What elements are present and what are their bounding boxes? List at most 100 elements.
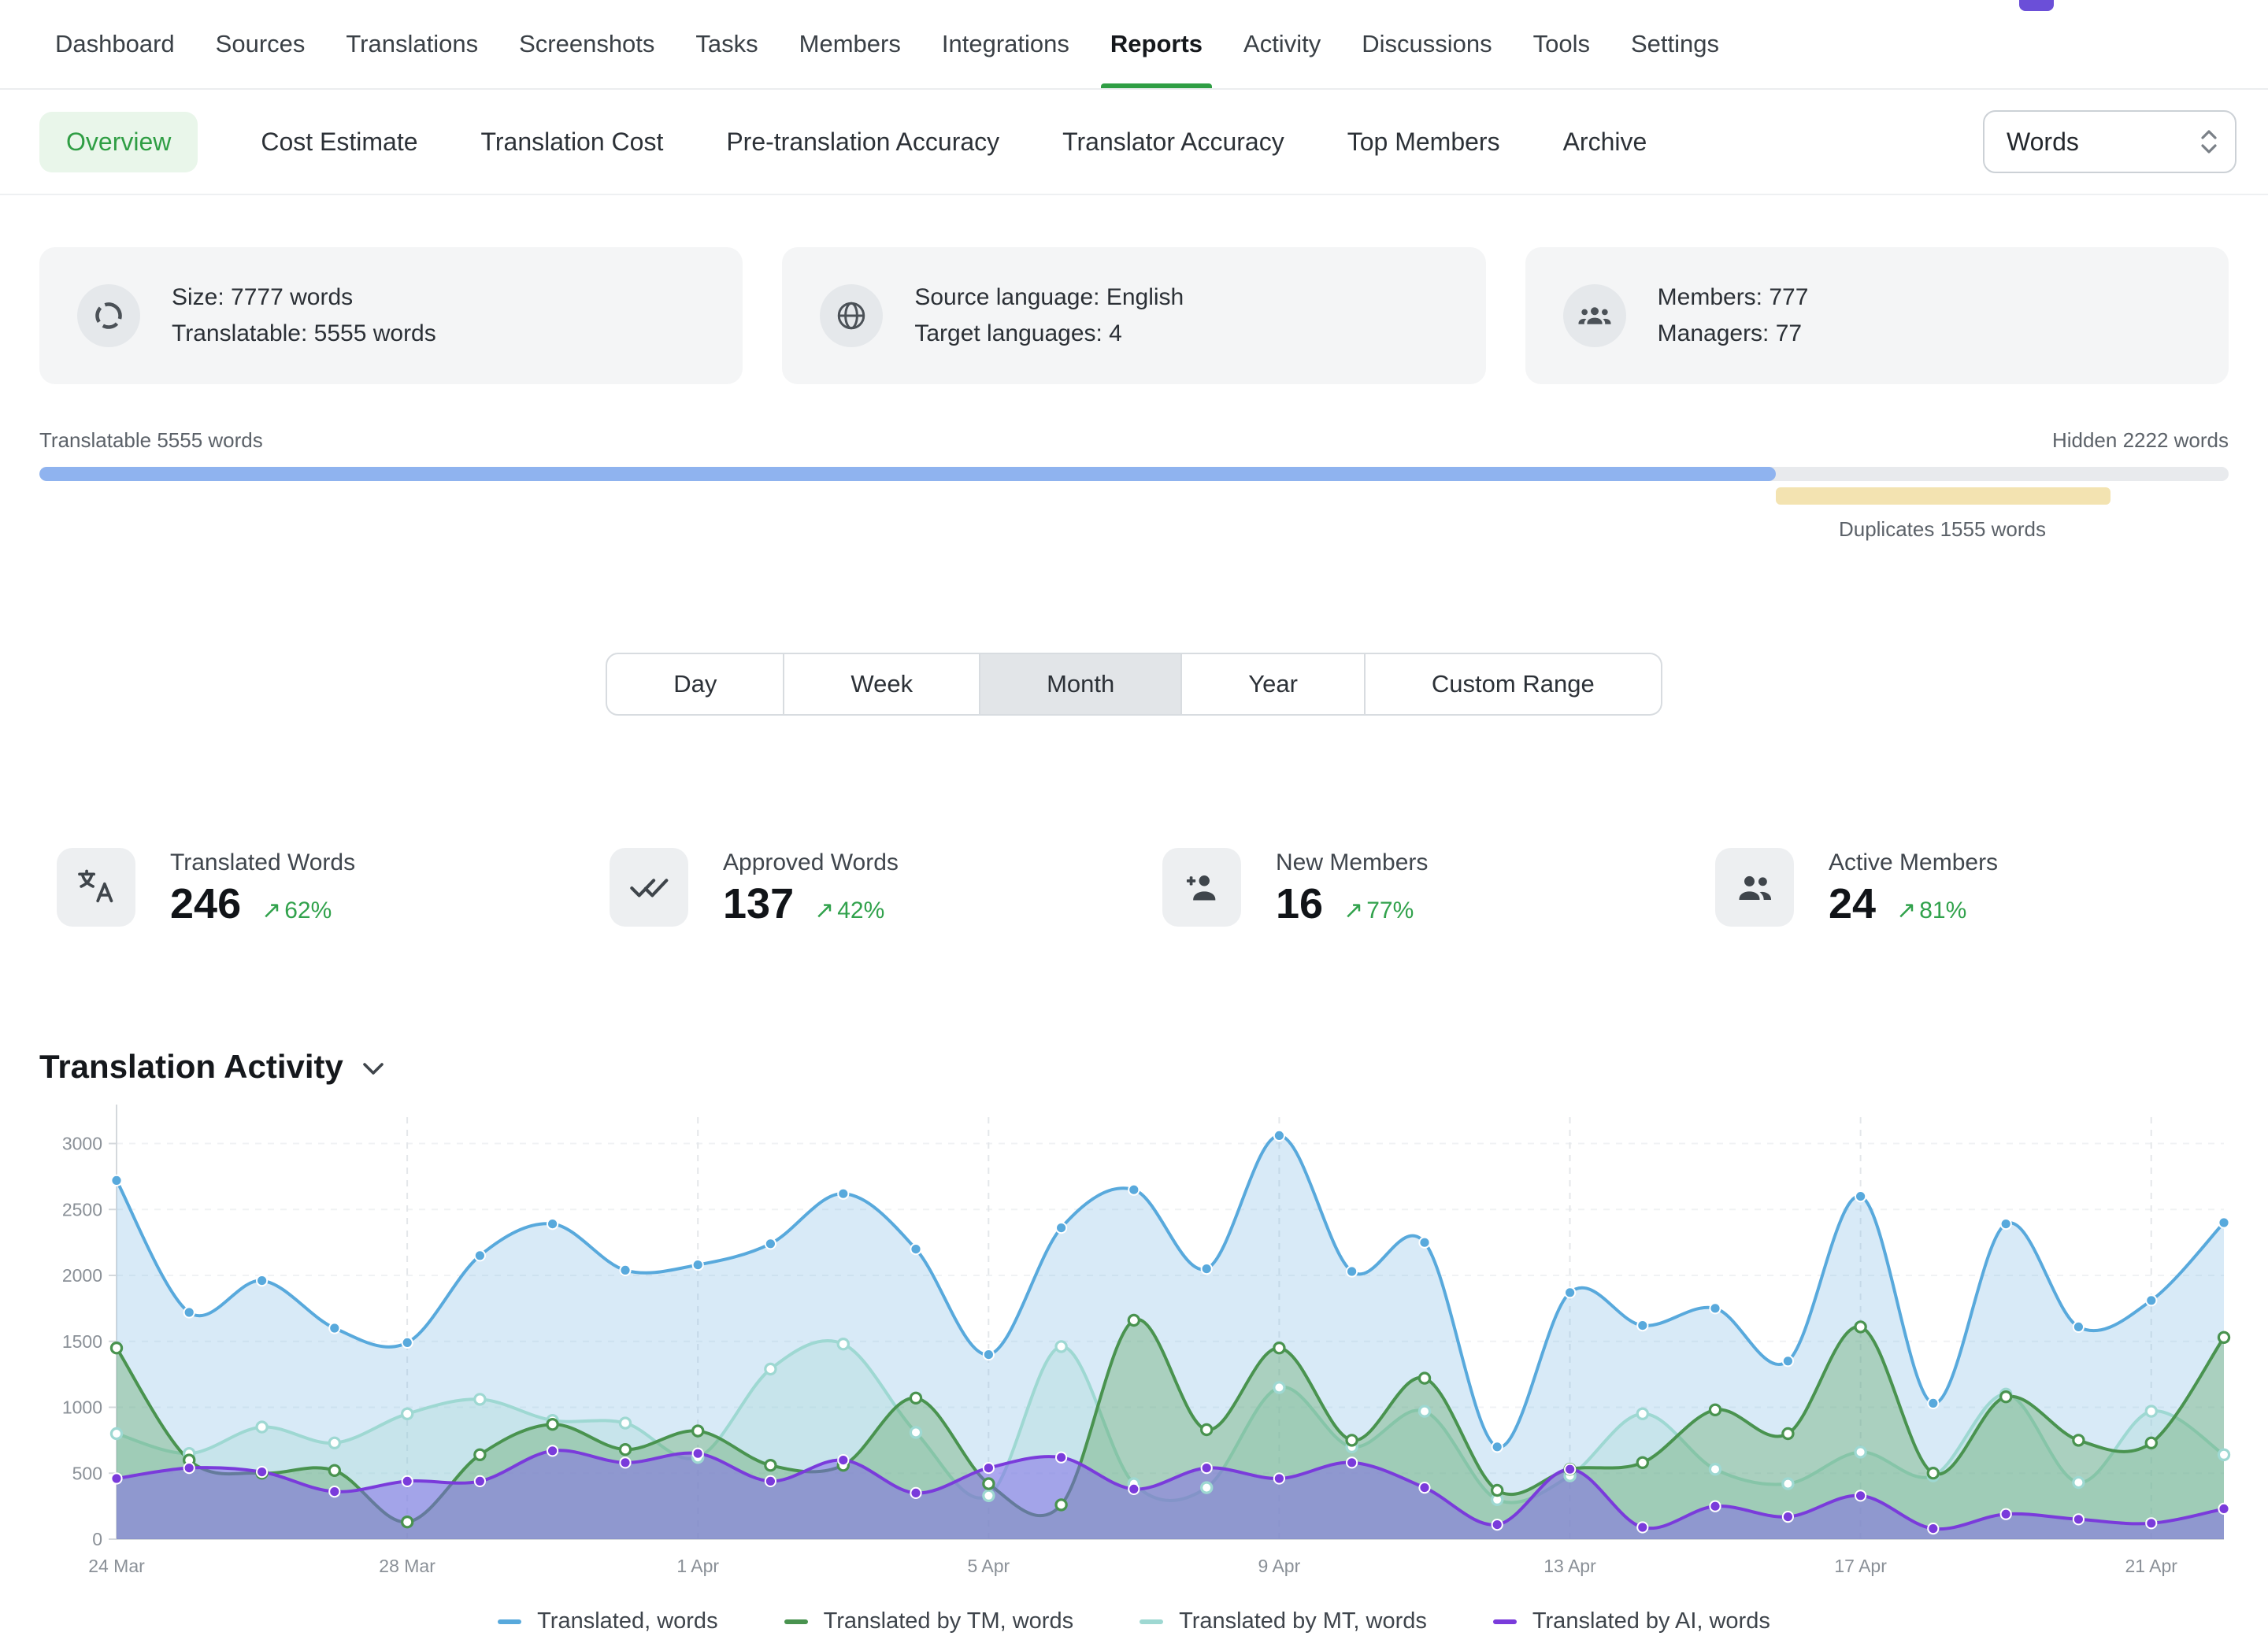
reports-page: Dashboard Sources Translations Screensho… <box>0 0 2268 1647</box>
members-icon <box>1563 284 1626 347</box>
report-tabs: Overview Cost Estimate Translation Cost … <box>0 90 2268 195</box>
translatable-label: Translatable 5555 words <box>39 428 263 453</box>
legend-dash-icon <box>784 1619 808 1624</box>
svg-text:5 Apr: 5 Apr <box>967 1556 1010 1576</box>
partial-element-fragment <box>2019 0 2054 11</box>
trend-up-icon: ↗ <box>1343 897 1363 924</box>
nav-tasks[interactable]: Tasks <box>695 0 758 88</box>
translate-icon <box>57 848 135 927</box>
stat-label: Translated Words <box>170 849 355 876</box>
legend-label: Translated by AI, words <box>1532 1608 1770 1634</box>
legend-translated[interactable]: Translated, words <box>498 1608 717 1634</box>
svg-text:21 Apr: 21 Apr <box>2125 1556 2177 1576</box>
svg-text:24 Mar: 24 Mar <box>88 1556 145 1576</box>
translation-activity-chart[interactable]: 24 Mar28 Mar1 Apr5 Apr9 Apr13 Apr17 Apr2… <box>25 1098 2243 1590</box>
translation-activity-chart-wrap: 24 Mar28 Mar1 Apr5 Apr9 Apr13 Apr17 Apr2… <box>25 1098 2268 1596</box>
chevron-up-down-icon <box>2199 126 2219 157</box>
legend-label: Translated, words <box>537 1608 717 1634</box>
tab-top-members[interactable]: Top Members <box>1347 128 1500 157</box>
stat-new-members: New Members 16 ↗77% <box>1162 848 1715 928</box>
nav-translations[interactable]: Translations <box>346 0 478 88</box>
nav-reports[interactable]: Reports <box>1110 0 1203 88</box>
nav-screenshots[interactable]: Screenshots <box>519 0 654 88</box>
svg-text:2500: 2500 <box>62 1199 102 1220</box>
members-card: Members: 777 Managers: 77 <box>1525 247 2229 384</box>
svg-text:1500: 1500 <box>62 1331 102 1352</box>
range-day-button[interactable]: Day <box>606 653 784 716</box>
svg-text:500: 500 <box>72 1463 102 1483</box>
date-range-switcher: Day Week Month Year Custom Range <box>0 653 2268 716</box>
activity-header: Translation Activity <box>39 1048 2268 1086</box>
top-nav: Dashboard Sources Translations Screensho… <box>0 0 2268 90</box>
nav-integrations[interactable]: Integrations <box>942 0 1069 88</box>
stat-change: 42% <box>837 898 884 924</box>
svg-text:1000: 1000 <box>62 1397 102 1418</box>
tab-translation-cost[interactable]: Translation Cost <box>481 128 664 157</box>
range-custom-button[interactable]: Custom Range <box>1366 653 1662 716</box>
hidden-label: Hidden 2222 words <box>2052 428 2229 453</box>
summary-cards: Size: 7777 words Translatable: 5555 word… <box>39 247 2229 384</box>
source-language-line: Source language: English <box>914 279 1184 316</box>
nav-activity[interactable]: Activity <box>1243 0 1321 88</box>
unit-select-value: Words <box>2007 128 2079 157</box>
duplicates-label: Duplicates 1555 words <box>1839 517 2046 542</box>
activity-title: Translation Activity <box>39 1048 343 1086</box>
stat-change: 62% <box>284 898 332 924</box>
stat-label: Approved Words <box>723 849 899 876</box>
legend-dash-icon <box>498 1619 521 1624</box>
trend-up-icon: ↗ <box>814 897 834 924</box>
svg-text:1 Apr: 1 Apr <box>676 1556 719 1576</box>
words-progress-bar <box>39 467 2229 481</box>
tab-pre-translation-accuracy[interactable]: Pre-translation Accuracy <box>726 128 999 157</box>
progress-duplicates-bar <box>1776 487 2110 505</box>
stat-approved-words: Approved Words 137 ↗42% <box>610 848 1162 928</box>
size-card: Size: 7777 words Translatable: 5555 word… <box>39 247 743 384</box>
nav-settings[interactable]: Settings <box>1631 0 1719 88</box>
legend-label: Translated by TM, words <box>824 1608 1074 1634</box>
legend-dash-icon <box>1140 1619 1163 1624</box>
chart-legend: Translated, words Translated by TM, word… <box>0 1608 2268 1634</box>
svg-text:3000: 3000 <box>62 1134 102 1154</box>
stat-value: 16 <box>1276 879 1323 928</box>
stat-change: 81% <box>1919 898 1966 924</box>
tab-overview[interactable]: Overview <box>39 112 198 172</box>
nav-discussions[interactable]: Discussions <box>1362 0 1492 88</box>
svg-text:28 Mar: 28 Mar <box>379 1556 435 1576</box>
legend-dash-icon <box>1493 1619 1517 1624</box>
tab-archive[interactable]: Archive <box>1563 128 1647 157</box>
tab-translator-accuracy[interactable]: Translator Accuracy <box>1062 128 1284 157</box>
legend-translated-tm[interactable]: Translated by TM, words <box>784 1608 1074 1634</box>
size-line: Size: 7777 words <box>172 279 436 316</box>
person-add-icon <box>1162 848 1241 927</box>
svg-text:13 Apr: 13 Apr <box>1544 1556 1596 1576</box>
legend-translated-mt[interactable]: Translated by MT, words <box>1140 1608 1427 1634</box>
translatable-line: Translatable: 5555 words <box>172 316 436 352</box>
legend-label: Translated by MT, words <box>1179 1608 1427 1634</box>
svg-text:2000: 2000 <box>62 1265 102 1286</box>
nav-dashboard[interactable]: Dashboard <box>55 0 175 88</box>
trend-up-icon: ↗ <box>261 897 281 924</box>
progress-translatable-fill <box>39 467 1776 481</box>
nav-tools[interactable]: Tools <box>1533 0 1590 88</box>
chevron-down-icon[interactable] <box>362 1062 384 1076</box>
stat-active-members: Active Members 24 ↗81% <box>1715 848 2268 928</box>
svg-text:0: 0 <box>92 1529 102 1549</box>
range-week-button[interactable]: Week <box>784 653 980 716</box>
tab-cost-estimate[interactable]: Cost Estimate <box>261 128 417 157</box>
nav-sources[interactable]: Sources <box>216 0 306 88</box>
range-month-button[interactable]: Month <box>980 653 1182 716</box>
stat-label: New Members <box>1276 849 1428 876</box>
nav-members[interactable]: Members <box>799 0 901 88</box>
kpi-stats-row: Translated Words 246 ↗62% Approved Words… <box>57 848 2268 928</box>
legend-translated-ai[interactable]: Translated by AI, words <box>1493 1608 1770 1634</box>
language-card: Source language: English Target language… <box>782 247 1485 384</box>
stat-label: Active Members <box>1829 849 1998 876</box>
stat-value: 24 <box>1829 879 1876 928</box>
double-check-icon <box>610 848 688 927</box>
unit-select[interactable]: Words <box>1983 110 2236 173</box>
target-languages-line: Target languages: 4 <box>914 316 1184 352</box>
svg-text:17 Apr: 17 Apr <box>1834 1556 1887 1576</box>
stat-change: 77% <box>1366 898 1414 924</box>
range-year-button[interactable]: Year <box>1182 653 1366 716</box>
stat-value: 246 <box>170 879 241 928</box>
